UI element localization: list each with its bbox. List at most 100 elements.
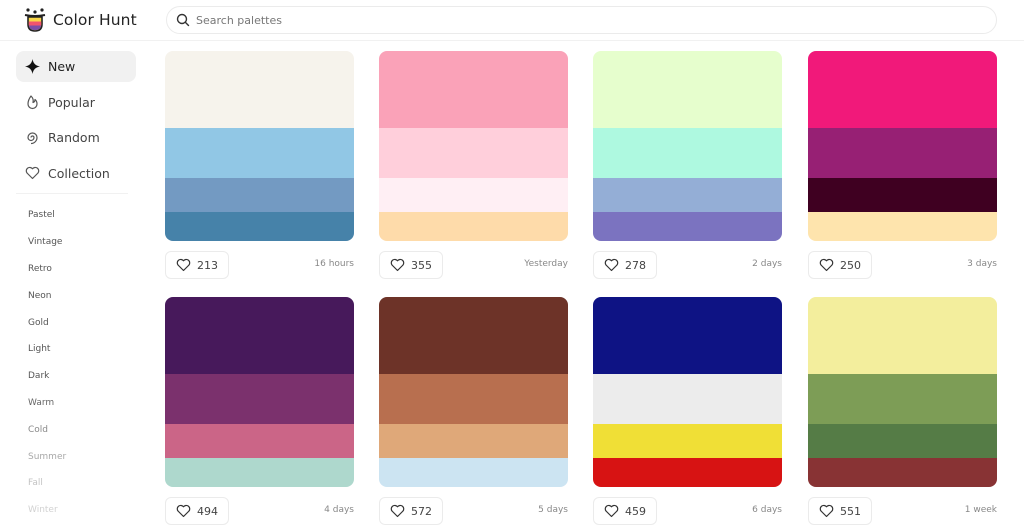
- palette-swatch[interactable]: [808, 51, 997, 241]
- color-band[interactable]: [165, 424, 354, 458]
- tag-fall[interactable]: Fall: [16, 470, 136, 497]
- color-band[interactable]: [593, 51, 782, 128]
- palette-swatch[interactable]: [165, 297, 354, 487]
- palette-age: 3 days: [967, 259, 997, 269]
- like-button[interactable]: 459: [593, 497, 657, 525]
- like-count: 355: [411, 258, 432, 272]
- color-band[interactable]: [379, 128, 568, 178]
- sidebar: New Popular Random Collection Pastel Vint…: [16, 51, 136, 524]
- palette-meta: 213 16 hours: [165, 251, 354, 279]
- heart-icon: [25, 166, 40, 181]
- sidebar-item-random[interactable]: Random: [16, 122, 136, 153]
- tag-summer[interactable]: Summer: [16, 443, 136, 470]
- tag-vintage[interactable]: Vintage: [16, 229, 136, 256]
- color-band[interactable]: [379, 51, 568, 128]
- logo[interactable]: Color Hunt: [23, 7, 137, 33]
- like-count: 250: [840, 258, 861, 272]
- palette-swatch[interactable]: [379, 297, 568, 487]
- color-band[interactable]: [165, 128, 354, 178]
- like-count: 572: [411, 504, 432, 518]
- search-bar[interactable]: [166, 6, 997, 34]
- palette-swatch[interactable]: [379, 51, 568, 241]
- heart-icon: [819, 258, 834, 272]
- sidebar-item-collection[interactable]: Collection: [16, 158, 136, 189]
- spiral-icon: [25, 130, 40, 145]
- sparkle-icon: [25, 59, 40, 74]
- tag-pastel[interactable]: Pastel: [16, 202, 136, 229]
- palette-meta: 278 2 days: [593, 251, 782, 279]
- search-input[interactable]: [196, 13, 976, 27]
- color-band[interactable]: [593, 297, 782, 374]
- color-band[interactable]: [808, 212, 997, 241]
- like-button[interactable]: 355: [379, 251, 443, 279]
- logo-icon: [24, 8, 46, 32]
- color-band[interactable]: [379, 424, 568, 458]
- color-band[interactable]: [165, 297, 354, 374]
- palette-card: 572 5 days: [379, 297, 568, 525]
- palette-meta: 355 Yesterday: [379, 251, 568, 279]
- heart-icon: [819, 504, 834, 518]
- color-band[interactable]: [808, 297, 997, 374]
- color-band[interactable]: [808, 178, 997, 212]
- tag-warm[interactable]: Warm: [16, 390, 136, 417]
- like-count: 494: [197, 504, 218, 518]
- color-band[interactable]: [808, 51, 997, 128]
- like-button[interactable]: 494: [165, 497, 229, 525]
- color-band[interactable]: [165, 51, 354, 128]
- heart-icon: [604, 258, 619, 272]
- heart-icon: [390, 258, 405, 272]
- like-button[interactable]: 278: [593, 251, 657, 279]
- tag-neon[interactable]: Neon: [16, 282, 136, 309]
- color-band[interactable]: [379, 212, 568, 241]
- color-band[interactable]: [379, 374, 568, 424]
- color-band[interactable]: [808, 128, 997, 178]
- like-button[interactable]: 250: [808, 251, 872, 279]
- heart-icon: [176, 504, 191, 518]
- heart-icon: [604, 504, 619, 518]
- like-button[interactable]: 551: [808, 497, 872, 525]
- tag-retro[interactable]: Retro: [16, 256, 136, 283]
- color-band[interactable]: [379, 458, 568, 487]
- color-band[interactable]: [165, 374, 354, 424]
- sidebar-item-label: Random: [48, 130, 100, 145]
- like-button[interactable]: 572: [379, 497, 443, 525]
- color-band[interactable]: [379, 297, 568, 374]
- heart-icon: [176, 258, 191, 272]
- color-band[interactable]: [593, 212, 782, 241]
- search-icon: [176, 13, 190, 27]
- sidebar-item-label: Popular: [48, 94, 95, 110]
- color-band[interactable]: [379, 178, 568, 212]
- heart-icon: [390, 504, 405, 518]
- sidebar-item-label: New: [48, 59, 76, 74]
- color-band[interactable]: [165, 212, 354, 241]
- like-button[interactable]: 213: [165, 251, 229, 279]
- color-band[interactable]: [593, 374, 782, 424]
- color-band[interactable]: [165, 458, 354, 487]
- sidebar-item-new[interactable]: New: [16, 51, 136, 82]
- color-band[interactable]: [165, 178, 354, 212]
- like-count: 459: [625, 504, 646, 518]
- palette-swatch[interactable]: [593, 51, 782, 241]
- color-band[interactable]: [593, 458, 782, 487]
- palette-swatch[interactable]: [808, 297, 997, 487]
- palette-age: Yesterday: [524, 259, 568, 269]
- sidebar-item-popular[interactable]: Popular: [16, 87, 136, 118]
- sidebar-item-label: Collection: [48, 165, 110, 181]
- palette-meta: 572 5 days: [379, 497, 568, 525]
- color-band[interactable]: [593, 128, 782, 178]
- tag-cold[interactable]: Cold: [16, 416, 136, 443]
- color-band[interactable]: [808, 424, 997, 458]
- color-band[interactable]: [593, 178, 782, 212]
- color-band[interactable]: [808, 458, 997, 487]
- color-band[interactable]: [808, 374, 997, 424]
- tag-winter[interactable]: Winter: [16, 497, 136, 524]
- color-band[interactable]: [593, 424, 782, 458]
- top-bar: Color Hunt: [0, 0, 1024, 41]
- palette-card: 459 6 days: [593, 297, 782, 525]
- tag-dark[interactable]: Dark: [16, 363, 136, 390]
- sidebar-divider: [16, 193, 128, 194]
- palette-swatch[interactable]: [593, 297, 782, 487]
- palette-swatch[interactable]: [165, 51, 354, 241]
- tag-gold[interactable]: Gold: [16, 309, 136, 336]
- tag-light[interactable]: Light: [16, 336, 136, 363]
